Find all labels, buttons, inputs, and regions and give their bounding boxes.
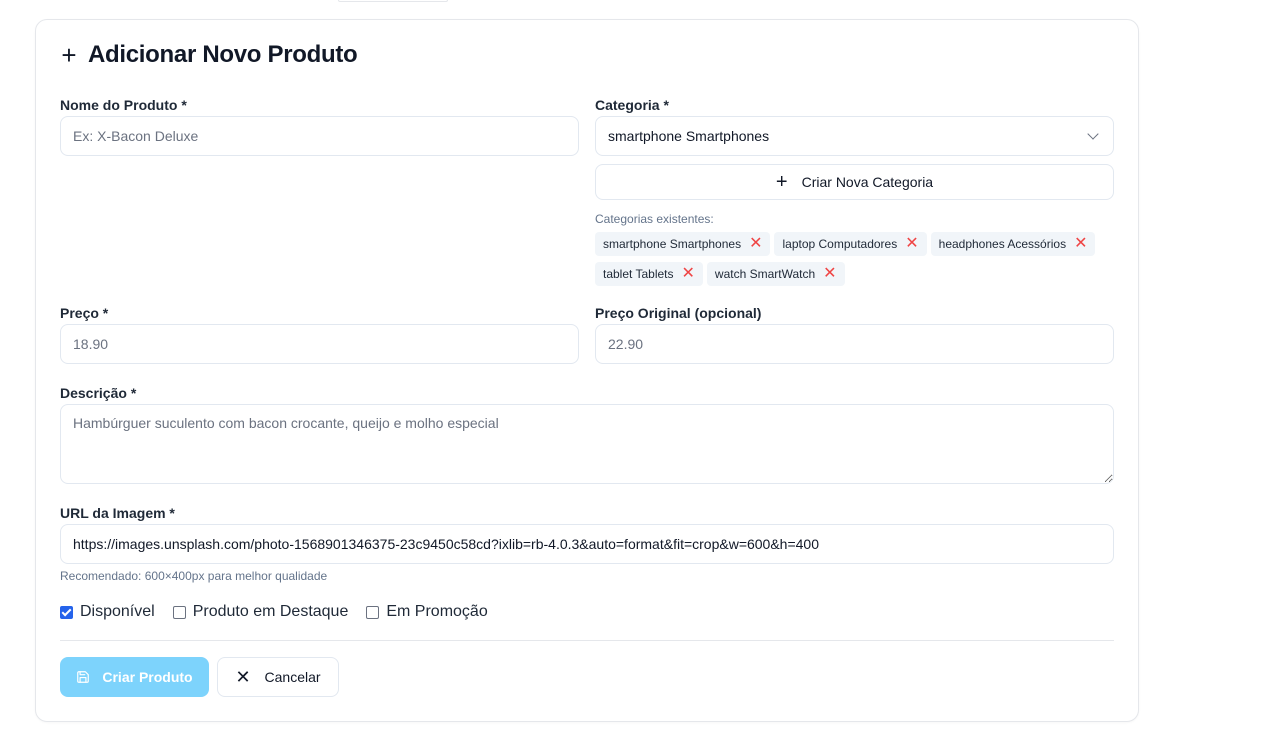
category-select[interactable]: smartphone Smartphones	[595, 116, 1114, 156]
category-chip: headphones Acessórios ✕	[930, 232, 1096, 256]
image-url-input[interactable]	[60, 524, 1114, 564]
checkbox-unchecked[interactable]	[172, 605, 186, 619]
available-checkbox[interactable]: Disponível	[60, 603, 155, 621]
cancel-button[interactable]: ✕ Cancelar	[217, 657, 339, 697]
divider	[60, 640, 1114, 641]
chevron-down-icon	[1087, 128, 1099, 140]
create-product-label: Criar Produto	[102, 669, 193, 685]
status-checkboxes: Disponível Produto em Destaque Em Promoç…	[60, 603, 488, 621]
category-chip: tablet Tablets ✕	[595, 262, 703, 286]
save-icon	[77, 671, 90, 683]
price-label: Preço *	[60, 305, 109, 321]
create-category-label: Criar Nova Categoria	[801, 174, 934, 190]
remove-category-icon[interactable]: ✕	[905, 236, 918, 252]
plus-icon: +	[61, 40, 77, 70]
plus-icon: +	[775, 171, 788, 193]
featured-label: Produto em Destaque	[192, 603, 349, 620]
featured-checkbox[interactable]: Produto em Destaque	[172, 603, 349, 621]
page-title: Adicionar Novo Produto	[88, 41, 358, 68]
category-chips: smartphone Smartphones ✕ laptop Computad…	[595, 232, 1115, 286]
description-label: Descrição *	[60, 385, 137, 401]
original-price-label: Preço Original (opcional)	[595, 305, 762, 321]
checkbox-checked[interactable]	[60, 605, 73, 619]
existing-categories-label: Categorias existentes:	[595, 212, 714, 226]
add-product-card: + Adicionar Novo Produto Nome do Produto…	[35, 19, 1139, 722]
image-url-label: URL da Imagem *	[60, 505, 175, 521]
description-textarea[interactable]	[60, 404, 1114, 484]
category-label: Categoria *	[595, 97, 669, 113]
original-price-input[interactable]	[595, 324, 1114, 364]
create-category-button[interactable]: + Criar Nova Categoria	[595, 164, 1114, 200]
category-selected-value: smartphone Smartphones	[608, 128, 770, 144]
close-icon: ✕	[235, 667, 251, 687]
category-chip: laptop Computadores ✕	[774, 232, 927, 256]
promotion-checkbox[interactable]: Em Promoção	[366, 603, 488, 621]
price-input[interactable]	[60, 324, 579, 364]
promotion-label: Em Promoção	[386, 603, 488, 620]
top-tab-edge	[338, 0, 448, 2]
category-chip-label: laptop Computadores	[782, 237, 898, 251]
remove-category-icon[interactable]: ✕	[749, 236, 762, 252]
remove-category-icon[interactable]: ✕	[1074, 236, 1087, 252]
category-chip: watch SmartWatch ✕	[706, 262, 845, 286]
remove-category-icon[interactable]: ✕	[823, 266, 836, 282]
form-title: + Adicionar Novo Produto	[60, 41, 357, 69]
category-chip-label: watch SmartWatch	[714, 267, 816, 281]
checkbox-unchecked[interactable]	[366, 605, 380, 619]
category-chip: smartphone Smartphones ✕	[595, 232, 771, 256]
create-product-button[interactable]: Criar Produto	[60, 657, 209, 697]
cancel-label: Cancelar	[264, 669, 321, 685]
name-label: Nome do Produto *	[60, 97, 187, 113]
category-chip-label: tablet Tablets	[603, 267, 674, 281]
image-hint: Recomendado: 600×400px para melhor quali…	[60, 569, 328, 583]
product-name-input[interactable]	[60, 116, 579, 156]
category-chip-label: smartphone Smartphones	[603, 237, 742, 251]
remove-category-icon[interactable]: ✕	[682, 266, 695, 282]
category-chip-label: headphones Acessórios	[938, 237, 1067, 251]
available-label: Disponível	[80, 603, 155, 620]
